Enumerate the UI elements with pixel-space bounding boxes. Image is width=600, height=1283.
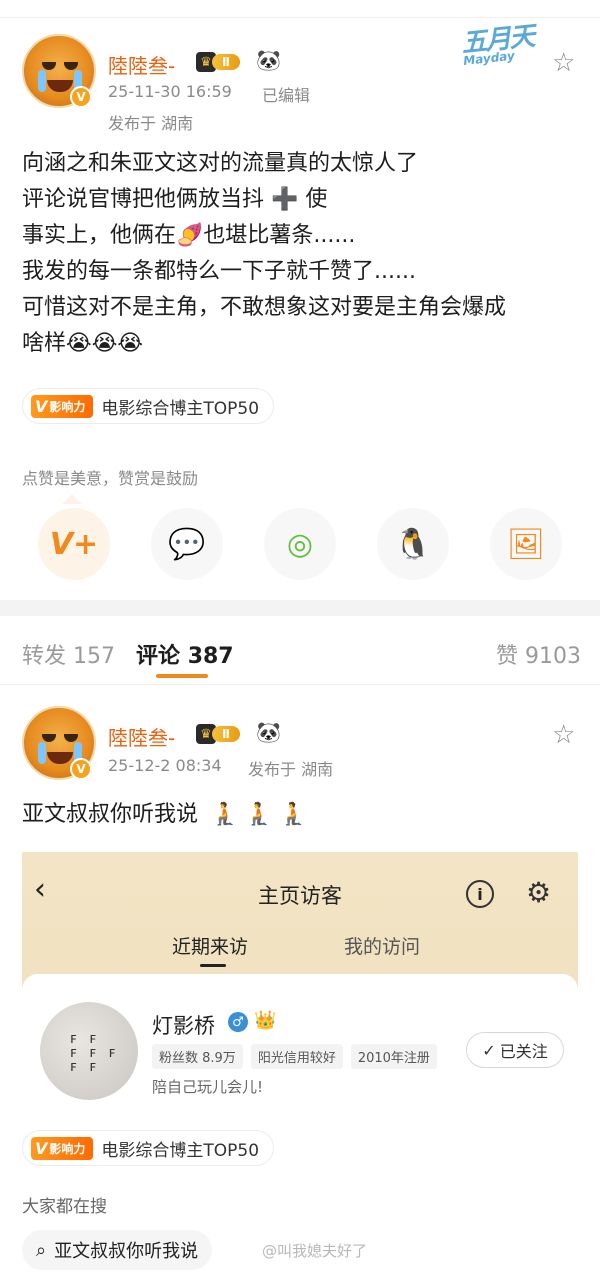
crown-vip-icon: 👑 [254, 1010, 277, 1031]
like-hint: 点赞是美意，赞赏是鼓励 [22, 469, 199, 488]
visitor-bio: 陪自己玩儿会儿! [152, 1078, 264, 1096]
follow-status-button: ✓ 已关注 [466, 1032, 564, 1068]
top-edge [0, 0, 600, 18]
favorite-star-icon[interactable]: ☆ [552, 48, 575, 78]
post-line: 评论说官博把他俩放当抖 ➕ 使 [22, 187, 328, 212]
search-suggestion-chip[interactable]: ⌕ 亚文叔叔你听我说 [22, 1230, 213, 1270]
visitor-card: ꜰ ꜰꜰ ꜰ ꜰ ꜰ ꜰ 灯影桥 ♂ 👑 粉丝数 8.9万 阳光信用较好 201… [22, 974, 578, 1120]
comment-timestamp: 25-12-2 08:34 [108, 756, 222, 775]
visitor-avatar: ꜰ ꜰꜰ ꜰ ꜰ ꜰ ꜰ [40, 1002, 138, 1100]
reward-button[interactable]: V+ [38, 508, 110, 580]
post-location: 发布于 湖南 [108, 114, 194, 133]
influence-text: 电影综合博主TOP50 [101, 1140, 260, 1161]
qq-icon: 🐧 [394, 526, 432, 562]
influence-pill[interactable]: V 影响力 电影综合博主TOP50 [22, 1130, 275, 1166]
tab-recent-visits: 近期来访 [172, 936, 249, 958]
wechat-icon: 💬 [168, 526, 206, 562]
influence-pill[interactable]: V 影响力 电影综合博主TOP50 [22, 388, 275, 424]
influence-text: 电影综合博主TOP50 [101, 398, 260, 419]
reward-icon: V+ [49, 526, 99, 562]
panda-icon: 🐼 [256, 48, 281, 72]
post-line: 我发的每一条都特么一下子就千赞了...... [22, 259, 416, 284]
comment-username[interactable]: 陸陸叁- [108, 722, 175, 751]
search-icon: ⌕ [36, 1239, 47, 1261]
male-icon: ♂ [228, 1012, 248, 1032]
influence-badge: V 影响力 [31, 394, 94, 418]
membership-badge[interactable]: ♛ Ⅱ [196, 51, 240, 73]
qq-share-button[interactable]: 🐧 [377, 508, 449, 580]
favorite-star-icon[interactable]: ☆ [552, 720, 575, 750]
mayday-logo: 五月天 Mayday [459, 21, 535, 68]
visitor-tags: 粉丝数 8.9万 阳光信用较好 2010年注册 [152, 1044, 437, 1069]
hint-pointer [62, 494, 82, 506]
tag: 阳光信用较好 [250, 1044, 343, 1069]
verified-badge-icon: V [70, 758, 92, 780]
post-line: 向涵之和朱亚文这对的流量真的太惊人了 [22, 151, 419, 176]
verified-badge-icon: V [70, 86, 92, 108]
level-badge: Ⅱ [212, 54, 240, 70]
active-tab-indicator [156, 674, 208, 678]
search-suggestion-text: 亚文叔叔你听我说 [54, 1241, 199, 1262]
visitor-name: 灯影桥 [152, 1014, 215, 1038]
save-image-button[interactable]: 🖼 [490, 508, 562, 580]
watermark: @叫我媳夫好了 [262, 1242, 368, 1260]
moments-icon: ◎ [286, 526, 314, 562]
kneel-emoji-icon: 🧎 🧎 🧎 [211, 802, 308, 827]
check-icon: ✓ [482, 1040, 496, 1060]
embedded-screenshot[interactable]: ‹ 主页访客 i ⚙ 近期来访 我的访问 ꜰ ꜰꜰ ꜰ ꜰ ꜰ ꜰ 灯影桥 ♂ … [22, 852, 578, 1120]
wechat-share-button[interactable]: 💬 [151, 508, 223, 580]
tab-repost[interactable]: 转发 157 [22, 638, 115, 670]
moments-share-button[interactable]: ◎ [264, 508, 336, 580]
level-badge: Ⅱ [212, 726, 240, 742]
tab-comment[interactable]: 评论 387 [136, 638, 234, 670]
post-username[interactable]: 陸陸叁- [108, 50, 175, 79]
edited-label[interactable]: 已编辑 [262, 82, 310, 106]
influence-badge: V 影响力 [31, 1136, 94, 1160]
section-divider [0, 600, 600, 616]
search-heading: 大家都在搜 [22, 1197, 107, 1217]
post-timestamp: 25-11-30 16:59 [108, 82, 232, 101]
post-line: 事实上，他俩在🍠也堪比薯条...... [22, 223, 356, 248]
tab-like[interactable]: 赞 9103 [496, 638, 581, 670]
post-line: 啥样😭😭😭 [22, 331, 144, 356]
comment-location: 发布于 湖南 [248, 760, 334, 779]
post-body: 向涵之和朱亚文这对的流量真的太惊人了 评论说官博把他俩放当抖 ➕ 使 事实上，他… [22, 146, 582, 362]
info-icon: i [466, 880, 494, 908]
tab-my-visits: 我的访问 [344, 936, 421, 958]
membership-badge[interactable]: ♛ Ⅱ [196, 723, 240, 745]
screenshot-title: 主页访客 [258, 884, 342, 908]
tag: 2010年注册 [350, 1044, 437, 1069]
comment-text: 亚文叔叔你听我说 🧎 🧎 🧎 [22, 802, 308, 827]
gear-icon: ⚙ [526, 876, 552, 909]
screenshot-tab-indicator [200, 964, 226, 967]
tag: 粉丝数 8.9万 [152, 1044, 243, 1069]
post-line: 可惜这对不是主角，不敢想象这对要是主角会爆成 [22, 295, 507, 320]
save-image-icon: 🖼 [506, 526, 546, 562]
tabs-border [0, 684, 600, 685]
panda-icon: 🐼 [256, 720, 281, 744]
